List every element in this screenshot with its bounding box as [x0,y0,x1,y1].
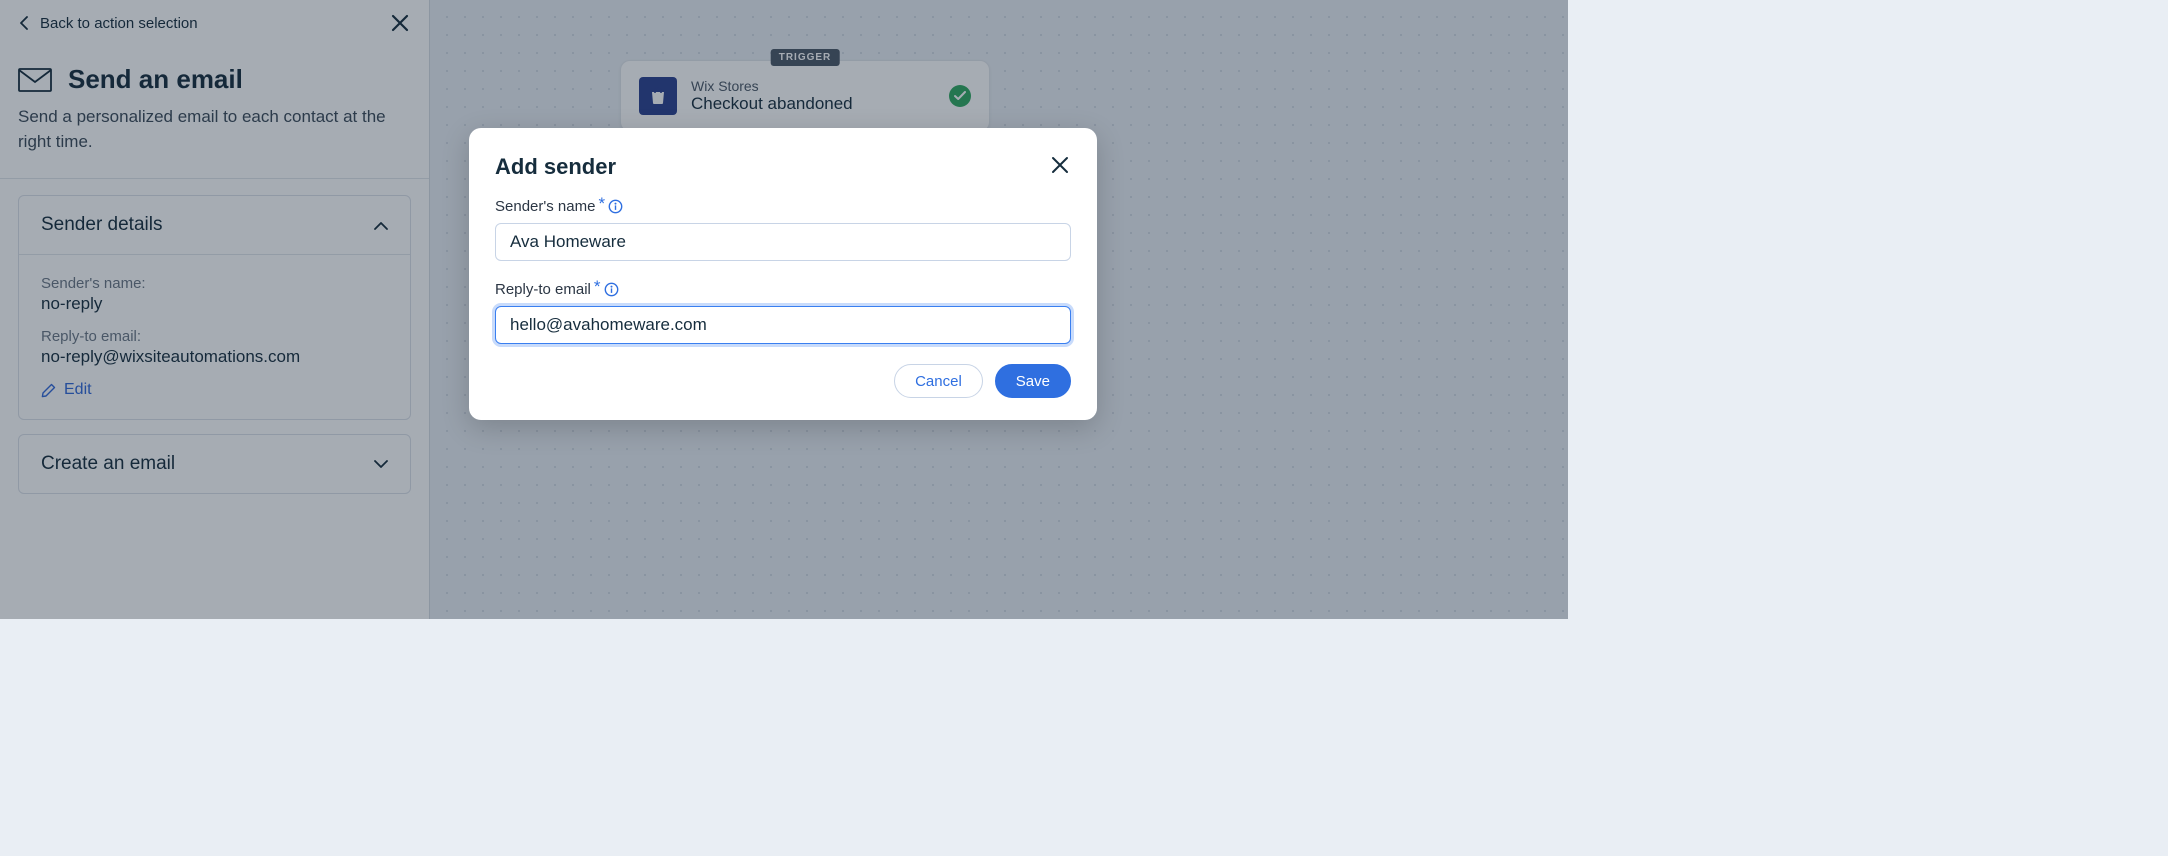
cancel-label: Cancel [915,373,962,390]
required-indicator: * [598,195,605,212]
close-icon [1051,156,1069,174]
sender-name-field-label: Sender's name [495,198,595,215]
save-label: Save [1016,373,1050,390]
info-icon[interactable] [604,282,619,297]
reply-email-field-label: Reply-to email [495,281,591,298]
modal-title: Add sender [495,154,616,180]
save-button[interactable]: Save [995,364,1071,398]
reply-email-input[interactable] [495,306,1071,344]
info-icon[interactable] [608,199,623,214]
add-sender-modal: Add sender Sender's name * Reply-to emai… [469,128,1097,420]
modal-close-button[interactable] [1049,154,1071,176]
required-indicator: * [594,278,601,295]
sender-name-input[interactable] [495,223,1071,261]
cancel-button[interactable]: Cancel [894,364,983,398]
